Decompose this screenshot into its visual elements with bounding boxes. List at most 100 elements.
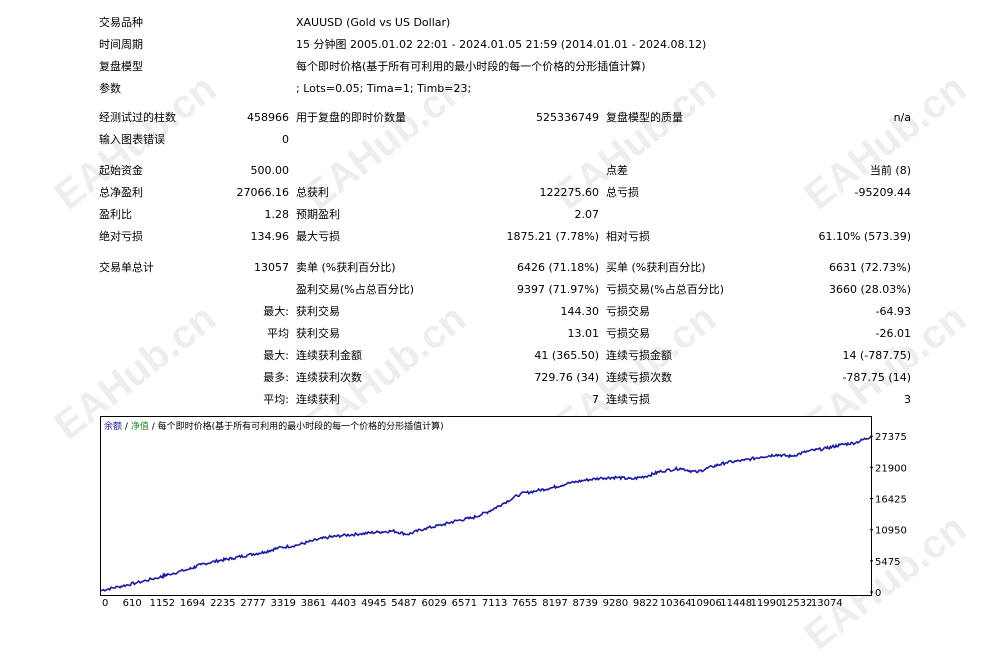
spread-value: 当前 (8) [869,164,911,177]
period-value: 15 分钟图 2005.01.02 22:01 - 2024.01.05 21:… [296,38,707,51]
cons-loss-amt-value: 14 (-787.75) [842,349,911,362]
x-tick-label: 1694 [180,598,205,609]
ticks-value: 525336749 [536,111,599,124]
ticks-label: 用于复盘的即时价数量 [296,111,406,124]
x-tick-label: 6029 [421,598,446,609]
loss-trades-label: 亏损交易(%占总百分比) [606,283,725,296]
gross-loss-label: 总亏损 [606,186,639,199]
x-tick-label: 10364 [660,598,692,609]
x-tick-label: 4403 [331,598,356,609]
x-tick-label: 9280 [603,598,628,609]
model-value: 每个即时价格(基于所有可利用的最小时段的每一个价格的分形插值计算) [296,60,646,73]
max-drawdown-value: 1875.21 (7.78%) [506,230,599,243]
deposit-label: 起始资金 [99,164,143,177]
x-tick-label: 0 [102,598,108,609]
net-profit-value: 27066.16 [236,186,290,199]
x-tick-label: 12532 [781,598,813,609]
gross-profit-value: 122275.60 [539,186,600,199]
legend-separator: / [151,422,155,432]
legend-balance: 余额 [104,422,123,432]
legend-model: 每个即时价格(基于所有可利用的最小时段的每一个价格的分形插值计算) [157,422,444,432]
y-tick-label: 5475 [875,557,900,568]
cons-loss-value: -787.75 (14) [842,371,911,384]
deposit-value: 500.00 [250,164,290,177]
x-tick-label: 8739 [572,598,597,609]
cons-wins-amt-label: 连续获利金额 [296,349,362,362]
profit-factor-label: 盈利比 [99,208,132,221]
short-trades-label: 卖单 (%获利百分比) [296,261,396,274]
profit-trades-label: 盈利交易(%占总百分比) [296,283,415,296]
gross-loss-value: -95209.44 [854,186,911,199]
x-tick-label: 3319 [270,598,295,609]
x-tick-label: 610 [123,598,142,609]
cons-profit-label: 连续获利次数 [296,371,362,384]
x-tick-label: 5487 [391,598,416,609]
long-trades-label: 买单 (%获利百分比) [606,261,706,274]
rel-drawdown-value: 61.10% (573.39) [818,230,911,243]
x-tick-label: 1152 [150,598,175,609]
expected-payoff-value: 2.07 [574,208,600,221]
y-tick-label: 10950 [875,526,907,537]
avg-cons-row-label: 平均: [263,393,289,406]
max-cons-row-label: 最大: [263,349,289,362]
symbol-value: XAUUSD (Gold vs US Dollar) [296,16,451,29]
rel-drawdown-label: 相对亏损 [606,230,650,243]
bars-label: 经测试过的柱数 [99,111,176,124]
bars-value: 458966 [247,111,289,124]
chart-legend: 余额 / 净值 / 每个即时价格(基于所有可利用的最小时段的每一个价格的分形插值… [104,419,444,432]
avg-loss-label: 亏损交易 [606,327,650,340]
x-tick-label: 11448 [720,598,752,609]
x-tick-label: 2777 [240,598,265,609]
x-tick-label: 6571 [452,598,477,609]
max-drawdown-label: 最大亏损 [296,230,340,243]
cons-loss-amt-label: 连续亏损金额 [606,349,672,362]
y-tick-label: 16425 [875,494,907,505]
total-trades-value: 13057 [254,261,289,274]
abs-drawdown-value: 134.96 [250,230,290,243]
period-label: 时间周期 [99,38,143,51]
model-label: 复盘模型 [99,60,143,73]
cons-profit-value: 729.76 (34) [534,371,599,384]
avg-cons-win-label: 连续获利 [296,393,340,406]
params-label: 参数 [99,82,121,95]
y-tick-label: 0 [875,588,881,599]
balance-series-line [101,435,871,592]
legend-separator: / [124,422,128,432]
errors-label: 输入图表错误 [99,133,165,146]
y-tick-label: 27375 [875,432,907,443]
avg-profit-value: 13.01 [567,327,600,340]
profit-factor-value: 1.28 [264,208,290,221]
x-tick-label: 4945 [361,598,386,609]
abs-drawdown-label: 绝对亏损 [99,230,143,243]
symbol-label: 交易品种 [99,16,143,29]
expected-payoff-label: 预期盈利 [296,208,340,221]
cons-loss-label: 连续亏损次数 [606,371,672,384]
largest-row-label: 最大: [263,305,289,318]
average-row-label: 平均 [267,327,289,340]
x-tick-label: 13074 [811,598,843,609]
largest-profit-label: 获利交易 [296,305,340,318]
x-tick-label: 8197 [542,598,567,609]
gross-profit-label: 总获利 [296,186,329,199]
largest-loss-value: -64.93 [875,305,911,318]
quality-label: 复盘模型的质量 [606,111,683,124]
cons-wins-amt-value: 41 (365.50) [534,349,599,362]
largest-loss-label: 亏损交易 [606,305,650,318]
avg-cons-win-value: 7 [592,393,599,406]
short-trades-value: 6426 (71.18%) [516,261,599,274]
quality-value: n/a [893,111,911,124]
x-tick-label: 2235 [210,598,235,609]
balance-chart-plot [101,435,871,592]
profit-trades-value: 9397 (71.97%) [516,283,599,296]
spread-label: 点差 [606,164,628,177]
avg-profit-label: 获利交易 [296,327,340,340]
avg-cons-loss-label: 连续亏损 [606,393,650,406]
largest-profit-value: 144.30 [560,305,600,318]
errors-value: 0 [282,133,289,146]
net-profit-label: 总净盈利 [99,186,143,199]
x-tick-label: 11990 [750,598,782,609]
avg-loss-value: -26.01 [875,327,911,340]
long-trades-value: 6631 (72.73%) [828,261,911,274]
params-value: ; Lots=0.05; Tima=1; Timb=23; [296,82,472,95]
total-trades-label: 交易单总计 [99,261,154,274]
